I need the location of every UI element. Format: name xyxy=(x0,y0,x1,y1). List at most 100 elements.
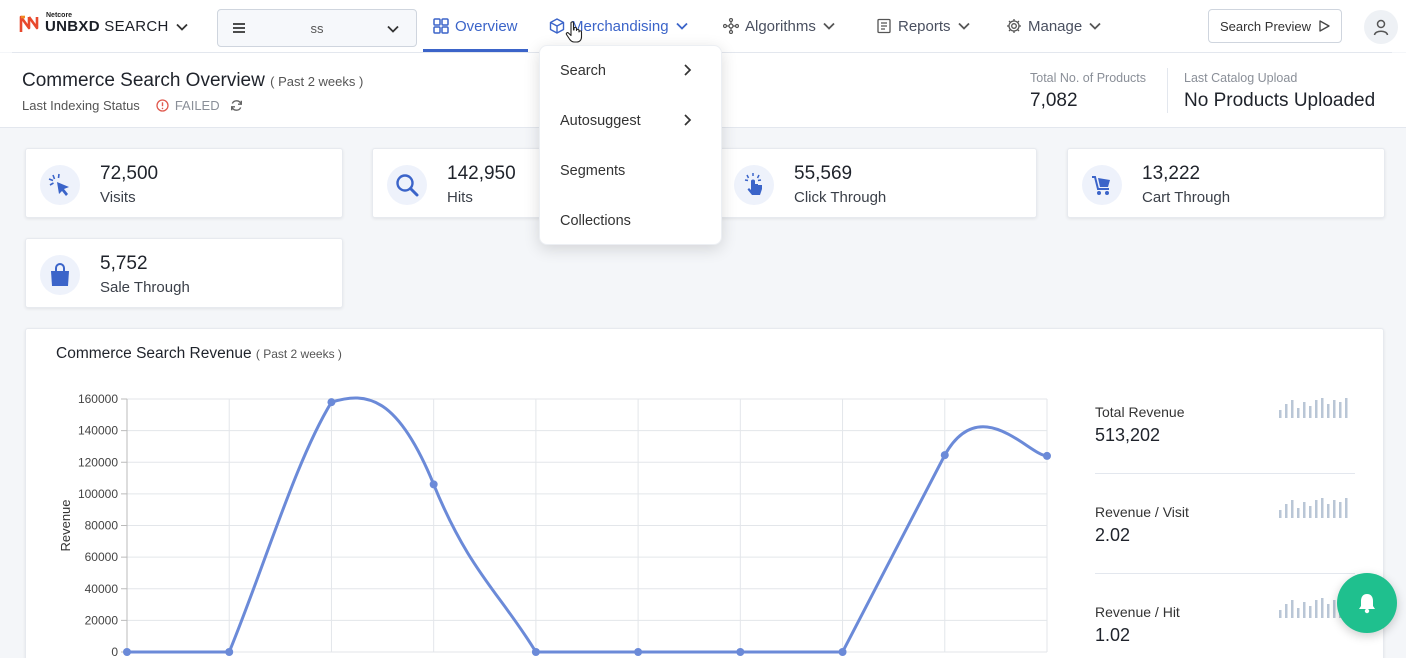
nav-overview-label: Overview xyxy=(455,17,518,35)
sparkline-bar xyxy=(1297,508,1300,518)
play-icon xyxy=(1319,20,1330,32)
sparkline-bar xyxy=(1303,502,1306,518)
chevron-right-icon[interactable] xyxy=(681,64,693,76)
gear-icon xyxy=(1007,19,1021,33)
menu-item-segments[interactable]: Segments xyxy=(560,163,625,179)
revenue-series-line xyxy=(127,396,1048,654)
y-tick-label: 80000 xyxy=(85,519,119,533)
metric-icon-wrap xyxy=(734,165,774,205)
y-tick-label: 0 xyxy=(111,645,118,658)
y-tick-label: 120000 xyxy=(78,455,118,469)
y-axis-label: Revenue xyxy=(58,499,73,551)
sparkline-bar xyxy=(1291,600,1294,618)
revenue-data-point xyxy=(634,648,643,656)
sparkline-bar xyxy=(1315,400,1318,418)
page-title-period: ( Past 2 weeks ) xyxy=(270,74,364,89)
nav-manage-label: Manage xyxy=(1028,17,1083,35)
metric-label: Click Through xyxy=(794,189,887,206)
sparkline-bar xyxy=(1285,404,1288,418)
sparkline-bar xyxy=(1315,500,1318,518)
kpi-value: 1.02 xyxy=(1095,625,1131,645)
bell-icon xyxy=(1359,594,1375,614)
metric-label: Cart Through xyxy=(1142,189,1231,206)
nav-manage[interactable]: Manage xyxy=(1006,0,1102,52)
last-upload-value: No Products Uploaded xyxy=(1184,90,1376,111)
nav-overview[interactable]: Overview xyxy=(433,0,518,52)
brand-name-bold: UNBXD xyxy=(45,18,100,35)
sparkline-bar xyxy=(1309,406,1312,418)
y-tick-label: 100000 xyxy=(78,487,118,501)
brand-logo[interactable]: Netcore UNBXD SEARCH xyxy=(18,12,189,35)
cursor-click-icon xyxy=(48,173,69,196)
alert-circle-icon xyxy=(156,99,169,112)
refresh-icon[interactable] xyxy=(230,99,243,112)
metric-icon-wrap xyxy=(40,255,80,295)
netcore-logo-icon xyxy=(19,15,39,32)
status-badge: FAILED xyxy=(156,98,220,113)
revenue-data-point xyxy=(1043,451,1051,460)
site-selector[interactable]: ss xyxy=(217,9,417,47)
page-title-text: Commerce Search Overview xyxy=(22,70,265,91)
notifications-button[interactable] xyxy=(1337,573,1397,633)
search-icon xyxy=(396,174,419,197)
search-preview-button[interactable]: Search Preview xyxy=(1208,9,1342,43)
user-avatar[interactable] xyxy=(1364,10,1398,44)
brand-name-thin: SEARCH xyxy=(99,18,169,35)
sparkline-bar xyxy=(1279,610,1282,618)
revenue-line-chart: 0 20000 40000 60000 80000 100000 120000 140000 1… xyxy=(58,392,1051,658)
sparkline-bar xyxy=(1291,400,1294,418)
chevron-right-icon[interactable] xyxy=(681,114,693,126)
revenue-data-point xyxy=(940,451,949,460)
metric-value: 55,569 xyxy=(794,163,853,184)
metric-label: Sale Through xyxy=(100,279,190,296)
kpi-revenue-per-hit: Revenue / Hit 1.02 xyxy=(1095,598,1355,646)
kpi-value: 513,202 xyxy=(1095,425,1161,445)
total-products-label: Total No. of Products xyxy=(1030,71,1147,85)
user-icon xyxy=(1373,19,1389,36)
y-tick-label: 160000 xyxy=(78,392,118,406)
hand-pointer-cursor-icon xyxy=(565,21,583,43)
last-upload-label: Last Catalog Upload xyxy=(1184,71,1298,85)
sparkline-bar xyxy=(1339,502,1342,518)
indexing-status-label: Last Indexing Status xyxy=(22,98,140,113)
report-icon xyxy=(877,18,891,34)
nav-reports[interactable]: Reports xyxy=(876,0,971,52)
metric-value: 13,222 xyxy=(1142,163,1201,184)
y-tick-label: 40000 xyxy=(85,582,119,596)
sparkline-bar xyxy=(1285,604,1288,618)
metric-icon-wrap xyxy=(40,165,80,205)
sparkline-bar xyxy=(1345,398,1348,418)
stat-divider xyxy=(1167,68,1168,113)
total-products-value: 7,082 xyxy=(1030,90,1078,111)
sparkline-bar xyxy=(1327,504,1330,518)
merchandising-dropdown-menu: Search Autosuggest Segments Collections xyxy=(539,45,722,245)
chevron-down-icon xyxy=(957,22,970,30)
shopping-bag-icon xyxy=(51,263,69,286)
sparkline-bar xyxy=(1327,604,1330,618)
revenue-data-point xyxy=(225,648,234,656)
nav-algorithms-label: Algorithms xyxy=(745,17,816,35)
nav-algorithms[interactable]: Algorithms xyxy=(723,0,836,52)
sparkline-bar xyxy=(1345,498,1348,518)
menu-item-autosuggest[interactable]: Autosuggest xyxy=(560,113,641,129)
y-tick-label: 140000 xyxy=(78,424,118,438)
chevron-down-icon xyxy=(175,23,188,31)
sparkline-bar xyxy=(1333,500,1336,518)
metric-icon-wrap xyxy=(1082,165,1122,205)
cart-icon xyxy=(1092,176,1110,195)
sparkline-bar xyxy=(1297,408,1300,418)
total-products-stat: Total No. of Products 7,082 xyxy=(1030,71,1146,112)
metric-card-click-through: 55,569 Click Through xyxy=(719,148,1037,218)
search-preview-label: Search Preview xyxy=(1219,18,1312,34)
metric-icon-wrap xyxy=(387,165,427,205)
sparkline-bar xyxy=(1303,402,1306,418)
menu-item-collections[interactable]: Collections xyxy=(560,213,631,229)
sparkline-bar xyxy=(1321,498,1324,518)
metric-card-sale-through: 5,752 Sale Through xyxy=(25,238,343,308)
metric-card-cart-through: 13,222 Cart Through xyxy=(1067,148,1385,218)
chevron-down-icon xyxy=(823,22,835,30)
menu-item-search[interactable]: Search xyxy=(560,63,606,79)
nav-merchandising-label: Merchandising xyxy=(571,17,669,35)
sparkline-bar xyxy=(1297,608,1300,618)
metric-card-visits: 72,500 Visits xyxy=(25,148,343,218)
